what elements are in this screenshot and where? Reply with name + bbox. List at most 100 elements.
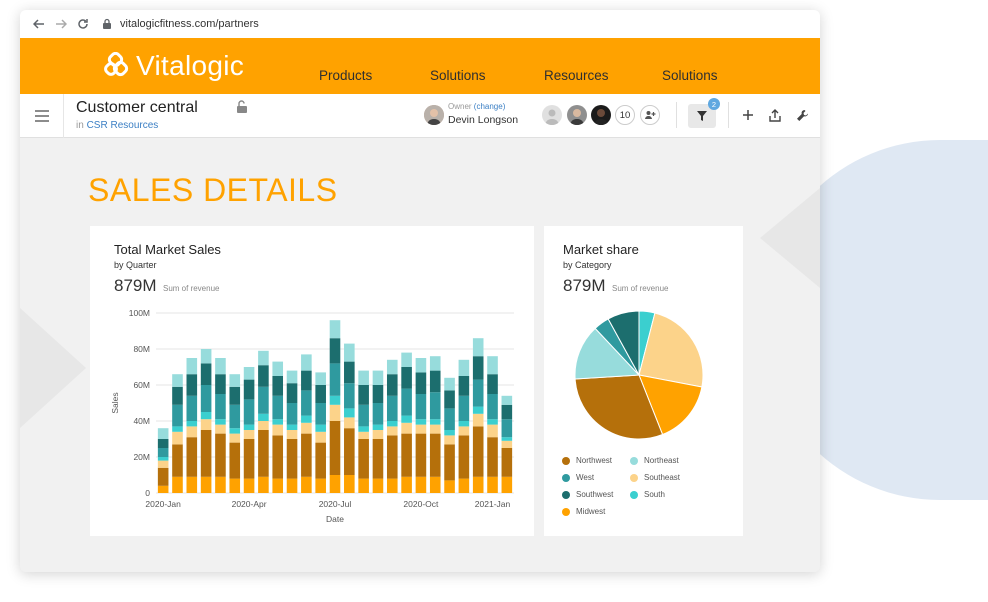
share-icon[interactable] xyxy=(766,106,784,124)
bar-segment xyxy=(415,424,427,434)
bar-segment xyxy=(501,440,513,448)
legend-label: Northwest xyxy=(576,456,613,465)
bar-segment xyxy=(301,422,312,434)
legend-item[interactable]: Northeast xyxy=(630,456,679,465)
bar-segment xyxy=(386,478,398,493)
bar-segment xyxy=(487,437,498,477)
owner-label: Owner (change) xyxy=(448,102,506,111)
unlock-icon[interactable] xyxy=(236,100,248,119)
bar-segment xyxy=(315,424,326,432)
bar-segment xyxy=(258,386,269,414)
bar-segment xyxy=(172,444,183,477)
bar-segment xyxy=(215,358,226,375)
legend-item[interactable]: Midwest xyxy=(562,507,605,516)
bar-segment xyxy=(215,424,226,434)
bar-segment xyxy=(329,475,341,493)
add-icon[interactable] xyxy=(739,106,757,124)
hamburger-menu-icon[interactable] xyxy=(20,94,64,138)
legend-swatch xyxy=(630,490,638,499)
bar-segment xyxy=(458,421,470,427)
bar-segment xyxy=(358,426,369,432)
collaborator-avatar[interactable] xyxy=(567,105,587,125)
pie-chart[interactable] xyxy=(544,296,743,446)
legend-swatch xyxy=(562,473,570,482)
bar-segment xyxy=(487,356,498,375)
bar-segment xyxy=(472,426,484,477)
menu-item-products[interactable]: Products xyxy=(319,68,372,83)
menu-item-resources[interactable]: Resources xyxy=(544,68,609,83)
legend-swatch xyxy=(562,456,570,465)
bar-segment xyxy=(258,350,269,366)
x-tick-label: 2020-Apr xyxy=(232,499,267,509)
bar-segment xyxy=(386,435,398,479)
bar-segment xyxy=(243,430,255,439)
x-axis-label: Date xyxy=(326,514,344,524)
bar-segment xyxy=(215,419,226,425)
bar-segment xyxy=(157,457,169,461)
browser-window: vitalogicfitness.com/partners Vitalogic … xyxy=(20,10,820,572)
bar-segment xyxy=(243,379,255,400)
menu-item-solutions-2[interactable]: Solutions xyxy=(662,68,718,83)
bar-segment xyxy=(458,395,470,421)
bar-segment xyxy=(429,356,441,371)
bar-segment xyxy=(172,404,183,427)
bar-segment xyxy=(386,359,398,375)
legend-swatch xyxy=(630,473,638,482)
bar-segment xyxy=(258,476,269,493)
address-bar[interactable]: vitalogicfitness.com/partners xyxy=(102,14,259,34)
card-metric: 879M xyxy=(563,276,606,295)
bar-segment xyxy=(229,478,241,493)
bar-segment xyxy=(286,478,298,493)
background-chevron xyxy=(20,308,86,428)
stacked-bar-chart[interactable]: 0 20M 40M 60M 80M 100M 2020-Jan 2020-Apr 2020-Ju… xyxy=(90,226,534,536)
bar-segment xyxy=(415,433,427,477)
legend-label: Southwest xyxy=(576,490,614,499)
collaborator-avatar[interactable] xyxy=(591,105,611,125)
bar-segment xyxy=(243,367,255,380)
brand-logo[interactable]: Vitalogic xyxy=(104,50,244,82)
location-link[interactable]: CSR Resources xyxy=(87,120,159,131)
menu-item-solutions[interactable]: Solutions xyxy=(430,68,486,83)
bar-segment xyxy=(315,478,326,493)
bar-segment xyxy=(444,390,455,409)
bar-segment xyxy=(429,370,441,393)
bar-segment xyxy=(315,431,326,443)
bar-segment xyxy=(401,422,412,434)
legend-item[interactable]: West xyxy=(562,473,594,482)
bar-segment xyxy=(329,363,341,396)
x-tick-label: 2020-Oct xyxy=(403,499,439,509)
bar-segment xyxy=(229,374,241,387)
bar-segment xyxy=(487,424,498,438)
change-owner-link[interactable]: (change) xyxy=(474,102,506,111)
y-tick-label: 20M xyxy=(133,452,150,462)
back-icon[interactable] xyxy=(28,13,50,35)
brand-name: Vitalogic xyxy=(136,50,245,81)
collaborator-count[interactable]: 10 xyxy=(615,105,635,125)
bar-segment xyxy=(415,419,427,425)
background-chevron xyxy=(760,188,820,288)
add-user-icon[interactable] xyxy=(640,105,660,125)
bar-segment xyxy=(372,439,384,479)
forward-icon[interactable] xyxy=(50,13,72,35)
collaborator-avatar[interactable] xyxy=(542,105,562,125)
reload-icon[interactable] xyxy=(72,13,94,35)
legend-item[interactable]: Southwest xyxy=(562,490,613,499)
bar-segment xyxy=(229,404,241,429)
bar-segment xyxy=(415,358,427,373)
legend-item[interactable]: South xyxy=(630,490,665,499)
bar-segment xyxy=(487,374,498,394)
wrench-icon[interactable] xyxy=(793,106,811,124)
legend-item[interactable]: Southeast xyxy=(630,473,680,482)
bar-segment xyxy=(458,435,470,479)
legend-item[interactable]: Northwest xyxy=(562,456,612,465)
bar-segment xyxy=(386,395,398,421)
owner-name: Devin Longson xyxy=(448,114,519,126)
url-text: vitalogicfitness.com/partners xyxy=(120,18,259,30)
bar-segment xyxy=(258,421,269,430)
bar-segment xyxy=(344,417,355,429)
total-market-sales-card: Total Market Sales by Quarter 879M Sum o… xyxy=(90,226,534,536)
bar-segment xyxy=(344,383,355,409)
y-tick-label: 40M xyxy=(133,416,150,426)
bar-segment xyxy=(386,426,398,436)
bar-segment xyxy=(229,428,241,434)
